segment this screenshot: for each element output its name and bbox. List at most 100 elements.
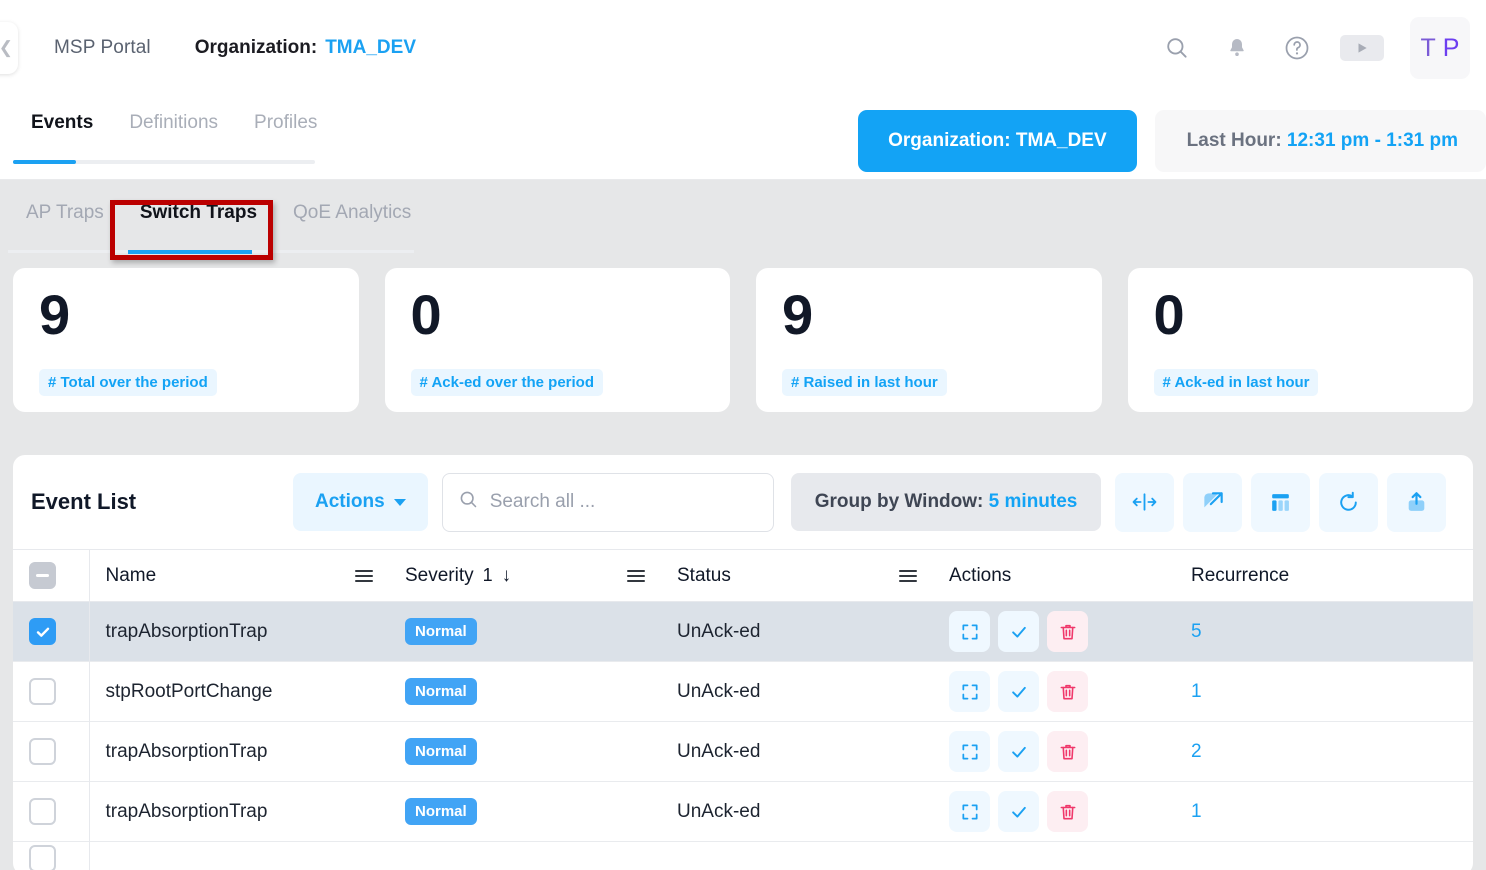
select-all-cell — [13, 550, 89, 602]
tab-events[interactable]: Events — [13, 112, 111, 150]
column-header-recurrence: Recurrence — [1175, 550, 1473, 602]
sub-tab-ap-traps[interactable]: AP Traps — [8, 202, 122, 240]
video-play-icon[interactable] — [1340, 35, 1384, 61]
table-row[interactable]: trapAbsorptionTrap Normal UnAck-ed — [13, 782, 1473, 842]
column-menu-icon[interactable] — [899, 570, 917, 582]
stat-card-acked-last-hour: 0 # Ack-ed in last hour — [1128, 268, 1474, 412]
tab-definitions[interactable]: Definitions — [111, 112, 236, 150]
expand-detail-icon[interactable] — [949, 671, 990, 712]
recurrence-link[interactable]: 1 — [1191, 801, 1202, 822]
fit-columns-icon[interactable] — [1115, 473, 1174, 532]
status-badge: Normal — [405, 618, 477, 645]
actions-label: Actions — [315, 491, 385, 513]
time-range-filter-pill[interactable]: Last Hour: 12:31 pm - 1:31 pm — [1155, 110, 1486, 172]
row-status: UnAck-ed — [661, 722, 933, 782]
row-select-cell — [13, 722, 89, 782]
acknowledge-check-icon[interactable] — [998, 611, 1039, 652]
sub-tab-active-underline — [128, 250, 252, 254]
actions-dropdown-button[interactable]: Actions — [293, 473, 428, 531]
event-table-body: trapAbsorptionTrap Normal UnAck-ed — [13, 602, 1473, 870]
organization-filter-pill[interactable]: Organization: TMA_DEV — [858, 110, 1137, 172]
toolbar-icon-buttons — [1115, 473, 1446, 532]
row-severity-cell — [389, 842, 661, 870]
column-label: Status — [677, 565, 731, 587]
status-badge: Normal — [405, 678, 477, 705]
expand-detail-icon[interactable] — [949, 731, 990, 772]
tab-active-underline — [13, 160, 76, 164]
row-name: trapAbsorptionTrap — [89, 602, 389, 662]
table-row[interactable] — [13, 842, 1473, 870]
column-header-status[interactable]: Status — [661, 550, 933, 602]
group-by-window-selector[interactable]: Group by Window: 5 minutes — [791, 473, 1102, 531]
row-checkbox[interactable] — [29, 845, 56, 870]
avatar-initial-second: P — [1443, 34, 1460, 63]
status-badge: Normal — [405, 798, 477, 825]
column-menu-icon[interactable] — [627, 570, 645, 582]
row-checkbox[interactable] — [29, 618, 56, 645]
row-status: UnAck-ed — [661, 782, 933, 842]
sort-order-index: 1 — [483, 565, 493, 586]
row-recurrence-cell: 1 — [1175, 662, 1473, 722]
row-checkbox[interactable] — [29, 738, 56, 765]
chevron-left-icon: ❮ — [0, 38, 13, 58]
delete-trash-icon[interactable] — [1047, 791, 1088, 832]
sort-direction-icon[interactable]: ↓ — [502, 565, 512, 587]
column-menu-icon[interactable] — [355, 570, 373, 582]
select-all-checkbox[interactable] — [29, 562, 56, 589]
column-header-actions: Actions — [933, 550, 1175, 602]
row-recurrence-cell: 5 — [1175, 602, 1473, 662]
recurrence-link[interactable]: 2 — [1191, 741, 1202, 762]
sidebar-collapse-button[interactable]: ❮ — [0, 22, 18, 74]
acknowledge-check-icon[interactable] — [998, 791, 1039, 832]
column-label: Severity — [405, 565, 474, 587]
column-header-name[interactable]: Name — [89, 550, 389, 602]
sub-tab-qoe-analytics[interactable]: QoE Analytics — [275, 202, 429, 240]
expand-detail-icon[interactable] — [949, 611, 990, 652]
row-checkbox[interactable] — [29, 678, 56, 705]
search-input[interactable] — [490, 491, 758, 513]
avatar[interactable]: T P — [1410, 17, 1470, 79]
expand-external-icon[interactable] — [1183, 473, 1242, 532]
primary-tab-bar: Events Definitions Profiles Organization… — [0, 96, 1486, 180]
stat-label: # Raised in last hour — [782, 369, 947, 396]
row-select-cell — [13, 842, 89, 870]
row-name: trapAbsorptionTrap — [89, 722, 389, 782]
delete-trash-icon[interactable] — [1047, 611, 1088, 652]
help-circle-icon[interactable] — [1280, 31, 1314, 65]
table-row[interactable]: trapAbsorptionTrap Normal UnAck-ed — [13, 722, 1473, 782]
row-actions-cell — [933, 662, 1175, 722]
row-select-cell — [13, 662, 89, 722]
organization-value[interactable]: TMA_DEV — [325, 37, 416, 59]
tab-profiles[interactable]: Profiles — [236, 112, 335, 150]
event-list-panel: Event List Actions Group by Window: 5 mi… — [13, 455, 1473, 870]
stat-card-row: 9 # Total over the period 0 # Ack-ed ove… — [0, 268, 1486, 412]
row-name: stpRootPortChange — [89, 662, 389, 722]
row-status: UnAck-ed — [661, 662, 933, 722]
delete-trash-icon[interactable] — [1047, 731, 1088, 772]
column-chart-icon[interactable] — [1251, 473, 1310, 532]
search-box[interactable] — [442, 473, 774, 532]
row-actions-cell — [933, 602, 1175, 662]
status-badge: Normal — [405, 738, 477, 765]
acknowledge-check-icon[interactable] — [998, 731, 1039, 772]
table-row[interactable]: stpRootPortChange Normal UnAck-ed — [13, 662, 1473, 722]
table-row[interactable]: trapAbsorptionTrap Normal UnAck-ed — [13, 602, 1473, 662]
refresh-icon[interactable] — [1319, 473, 1378, 532]
group-by-label: Group by Window: — [815, 491, 984, 512]
search-icon[interactable] — [1160, 31, 1194, 65]
column-header-severity[interactable]: Severity 1 ↓ — [389, 550, 661, 602]
expand-detail-icon[interactable] — [949, 791, 990, 832]
search-icon — [458, 489, 479, 515]
row-checkbox[interactable] — [29, 798, 56, 825]
delete-trash-icon[interactable] — [1047, 671, 1088, 712]
upload-export-icon[interactable] — [1387, 473, 1446, 532]
bell-icon[interactable] — [1220, 31, 1254, 65]
sub-tab-switch-traps[interactable]: Switch Traps — [122, 202, 275, 240]
recurrence-link[interactable]: 5 — [1191, 621, 1202, 642]
recurrence-link[interactable]: 1 — [1191, 681, 1202, 702]
row-actions-cell — [933, 842, 1175, 870]
acknowledge-check-icon[interactable] — [998, 671, 1039, 712]
column-label: Actions — [949, 565, 1011, 586]
stat-label: # Total over the period — [39, 369, 217, 396]
app-brand-title: MSP Portal — [54, 37, 151, 59]
